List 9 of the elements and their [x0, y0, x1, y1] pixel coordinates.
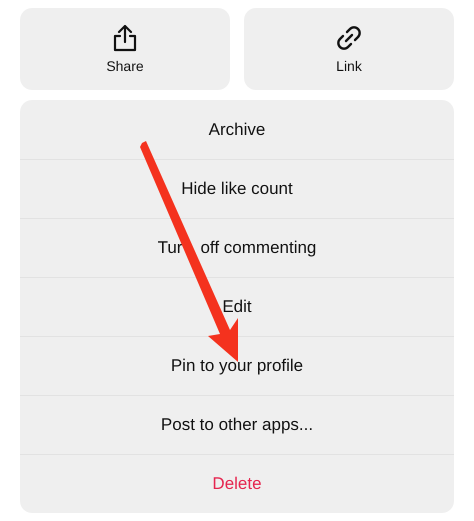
menu-item[interactable]: Delete — [20, 454, 454, 513]
share-icon — [112, 24, 138, 52]
menu-item-text: Tur — [158, 238, 182, 258]
action-button[interactable]: Link — [244, 8, 454, 90]
link-icon — [335, 24, 363, 52]
menu-item[interactable]: Post to other apps... — [20, 395, 454, 454]
menu-item[interactable]: Archive — [20, 100, 454, 159]
action-button[interactable]: Share — [20, 8, 230, 90]
menu-item-text: off commenting — [200, 238, 316, 258]
